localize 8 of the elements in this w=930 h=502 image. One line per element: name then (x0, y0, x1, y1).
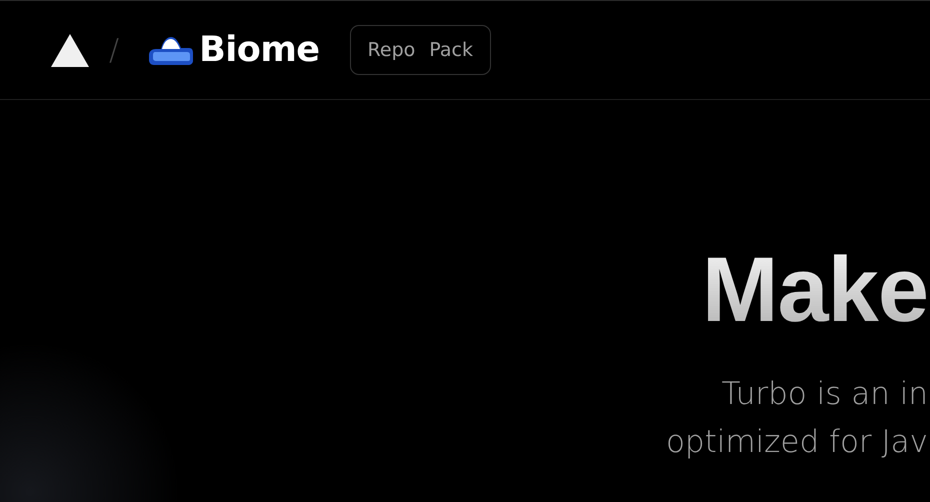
brand-name[interactable]: Biome (199, 30, 320, 70)
triangle-logo-icon[interactable] (51, 34, 89, 66)
hero-subtitle: optimized for Jav (666, 423, 928, 462)
breadcrumb-separator: / (109, 32, 120, 68)
switcher-tab[interactable]: Repo (360, 39, 422, 61)
switcher-tab[interactable]: Pack (422, 39, 480, 61)
hero-subtitle: Turbo is an in (722, 375, 928, 414)
cloud-logo-icon (149, 35, 194, 65)
